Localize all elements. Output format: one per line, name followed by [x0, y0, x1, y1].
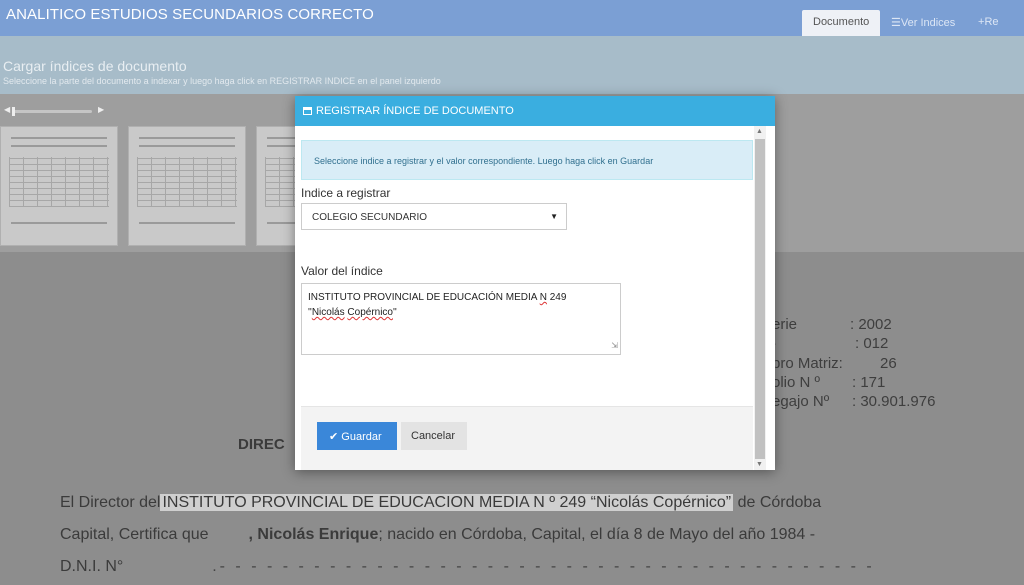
doc-text: D.N.I. N°: [60, 558, 124, 575]
slider-handle[interactable]: [12, 107, 15, 116]
list-icon: ☰: [891, 17, 901, 29]
page-heading: Cargar índices de documento: [3, 58, 187, 74]
caret-down-icon: ▼: [550, 212, 558, 221]
doc-field-label: erie: [772, 316, 798, 333]
doc-line: El Director del INSTITUTO PROVINCIAL DE E…: [60, 494, 821, 512]
doc-field-label: egajo Nº: [772, 393, 830, 410]
doc-director-heading: DIREC: [238, 436, 285, 453]
page-header: Cargar índices de documento Seleccione l…: [0, 36, 1024, 94]
top-bar: ANALITICO ESTUDIOS SECUNDARIOS CORRECTO …: [0, 0, 1024, 36]
slider-track: [12, 110, 92, 113]
doc-line: D.N.I. N° .- - - - - - - - - - - - - - -…: [60, 558, 875, 576]
doc-name-text: , Nicolás Enrique: [248, 526, 379, 543]
textarea-line: ''Nicolás Copérnico'': [308, 305, 614, 320]
textarea-text: 249: [546, 292, 567, 303]
save-button-label: Guardar: [341, 431, 382, 443]
window-icon: [303, 107, 312, 115]
doc-text: El Director del: [60, 494, 161, 511]
dialog-title: REGISTRAR ÍNDICE DE DOCUMENTO: [316, 105, 514, 117]
index-select[interactable]: COLEGIO SECUNDARIO ▼: [301, 203, 567, 230]
doc-dashes: .- - - - - - - - - - - - - - - - - - - -…: [212, 558, 875, 575]
register-index-dialog: REGISTRAR ÍNDICE DE DOCUMENTO Seleccione…: [295, 96, 775, 470]
page-subheading: Seleccione la parte del documento a inde…: [3, 76, 441, 86]
chevron-left-icon[interactable]: ◀: [4, 105, 10, 114]
doc-text: Capital, Certifica que: [60, 526, 213, 543]
doc-field-value: : 012: [855, 335, 889, 352]
textarea-line: INSTITUTO PROVINCIAL DE EDUCACIÓN MEDIA …: [308, 290, 614, 305]
doc-field-label: bro Matriz:: [772, 355, 843, 372]
textarea-text: '': [393, 307, 397, 318]
tab-registrar-label: Re: [984, 16, 999, 28]
doc-field-value: : 30.901.976: [852, 393, 936, 410]
index-value-textarea[interactable]: INSTITUTO PROVINCIAL DE EDUCACIÓN MEDIA …: [301, 283, 621, 355]
info-alert: Seleccione indice a registrar y el valor…: [301, 140, 753, 180]
chevron-right-icon[interactable]: ▶: [98, 105, 104, 114]
doc-field-label: olio N º: [772, 374, 820, 391]
doc-field-value: : 2002: [850, 316, 892, 333]
dialog-header: REGISTRAR ÍNDICE DE DOCUMENTO: [295, 96, 775, 126]
page-thumbnail[interactable]: [128, 126, 246, 246]
check-icon: ✔: [329, 431, 339, 443]
app-title: ANALITICO ESTUDIOS SECUNDARIOS CORRECTO: [6, 6, 374, 23]
textarea-text: N: [539, 292, 547, 303]
value-label: Valor del índice: [301, 264, 383, 278]
dialog-body: Seleccione indice a registrar y el valor…: [295, 126, 775, 470]
resize-handle-icon[interactable]: ⇲: [611, 338, 618, 353]
textarea-text: Nicolás: [311, 307, 345, 318]
doc-line: Capital, Certifica que , Nicolás Enrique…: [60, 526, 815, 544]
doc-text: ; nacido en Córdoba, Capital, el día 8 d…: [378, 526, 816, 543]
dialog-scrollbar[interactable]: ▲ ▼: [754, 126, 766, 470]
doc-text: de Córdoba: [733, 494, 822, 511]
thumbnail-slider[interactable]: ◀ ▶: [4, 105, 104, 116]
index-label: Indice a registrar: [301, 186, 391, 200]
page-thumbnail[interactable]: [0, 126, 118, 246]
save-button[interactable]: ✔ Guardar: [317, 422, 397, 450]
tab-documento[interactable]: Documento: [802, 10, 881, 36]
dialog-footer: ✔ Guardar Cancelar: [301, 406, 753, 470]
doc-selected-text[interactable]: INSTITUTO PROVINCIAL DE EDUCACION MEDIA …: [160, 494, 734, 511]
doc-field-value: 26: [880, 355, 897, 372]
scroll-down-icon[interactable]: ▼: [756, 461, 763, 468]
tab-ver-indices-label: Ver Indices: [900, 17, 956, 29]
index-select-value: COLEGIO SECUNDARIO: [312, 212, 428, 223]
tab-registrar[interactable]: +Re: [970, 10, 1010, 36]
cancel-button[interactable]: Cancelar: [401, 422, 467, 450]
tab-ver-indices[interactable]: ☰Ver Indices: [880, 10, 966, 36]
scrollbar-thumb[interactable]: [755, 139, 765, 459]
scroll-up-icon[interactable]: ▲: [756, 128, 763, 135]
doc-field-value: : 171: [852, 374, 886, 391]
textarea-text: INSTITUTO PROVINCIAL DE EDUCACIÓN MEDIA: [308, 292, 540, 303]
textarea-text: Copérnico: [347, 307, 393, 318]
